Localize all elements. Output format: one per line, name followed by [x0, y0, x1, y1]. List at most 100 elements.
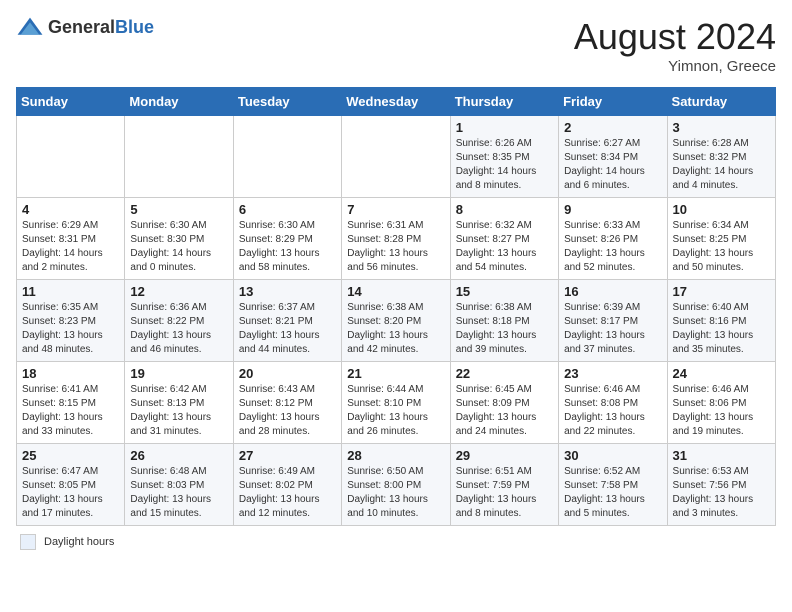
logo: GeneralBlue [16, 16, 154, 38]
day-header-thursday: Thursday [450, 88, 558, 116]
calendar-week-row: 11 Sunrise: 6:35 AMSunset: 8:23 PMDayligh… [17, 280, 776, 362]
day-header-tuesday: Tuesday [233, 88, 341, 116]
day-info-text: Sunrise: 6:52 AMSunset: 7:58 PMDaylight:… [564, 465, 661, 521]
calendar-day-27: 27 Sunrise: 6:49 AMSunset: 8:02 PMDayligh… [233, 444, 341, 526]
day-number: 26 [130, 448, 227, 463]
calendar-day-3: 3Sunrise: 6:28 AMSunset: 8:32 PMDaylight… [667, 116, 775, 198]
day-number: 6 [239, 202, 336, 217]
calendar-day-17: 17 Sunrise: 6:40 AMSunset: 8:16 PMDayligh… [667, 280, 775, 362]
day-header-wednesday: Wednesday [342, 88, 450, 116]
day-info-text: Sunrise: 6:51 AMSunset: 7:59 PMDaylight:… [456, 465, 553, 521]
day-info-text: Sunrise: 6:39 AMSunset: 8:17 PMDaylight:… [564, 301, 661, 357]
calendar-day-1: 1 Sunrise: 6:26 AMSunset: 8:35 PMDaylight… [450, 116, 558, 198]
day-number: 28 [347, 448, 444, 463]
calendar-week-row: 25Sunrise: 6:47 AMSunset: 8:05 PMDayligh… [17, 444, 776, 526]
calendar-day-13: 13Sunrise: 6:37 AMSunset: 8:21 PMDayligh… [233, 280, 341, 362]
logo-general: General [48, 17, 115, 37]
empty-day-cell [342, 116, 450, 198]
day-info-text: Sunrise: 6:46 AMSunset: 8:08 PMDaylight:… [564, 383, 661, 439]
day-number: 10 [673, 202, 770, 217]
day-info-text: Sunrise: 6:43 AMSunset: 8:12 PMDaylight:… [239, 383, 336, 439]
calendar-day-20: 20 Sunrise: 6:43 AMSunset: 8:12 PMDayligh… [233, 362, 341, 444]
day-info-text: Sunrise: 6:40 AMSunset: 8:16 PMDaylight:… [673, 301, 770, 357]
calendar-header-row: SundayMondayTuesdayWednesdayThursdayFrid… [17, 88, 776, 116]
day-header-sunday: Sunday [17, 88, 125, 116]
calendar-day-19: 19 Sunrise: 6:42 AMSunset: 8:13 PMDayligh… [125, 362, 233, 444]
day-info-text: Sunrise: 6:53 AMSunset: 7:56 PMDaylight:… [673, 465, 770, 521]
day-number: 16 [564, 284, 661, 299]
calendar-day-9: 9 Sunrise: 6:33 AMSunset: 8:26 PMDaylight… [559, 198, 667, 280]
calendar-day-4: 4Sunrise: 6:29 AMSunset: 8:31 PMDaylight… [17, 198, 125, 280]
day-number: 25 [22, 448, 119, 463]
calendar-day-30: 30 Sunrise: 6:52 AMSunset: 7:58 PMDayligh… [559, 444, 667, 526]
day-info-text: Sunrise: 6:46 AMSunset: 8:06 PMDaylight:… [673, 383, 770, 439]
page-header: GeneralBlue August 2024 Yimnon, Greece [16, 16, 776, 75]
day-info-text: Sunrise: 6:30 AMSunset: 8:30 PMDaylight:… [130, 219, 227, 275]
day-info-text: Sunrise: 6:44 AMSunset: 8:10 PMDaylight:… [347, 383, 444, 439]
day-number: 20 [239, 366, 336, 381]
calendar-day-7: 7Sunrise: 6:31 AMSunset: 8:28 PMDaylight… [342, 198, 450, 280]
day-info-text: Sunrise: 6:34 AMSunset: 8:25 PMDaylight:… [673, 219, 770, 275]
calendar-day-24: 24 Sunrise: 6:46 AMSunset: 8:06 PMDayligh… [667, 362, 775, 444]
day-info-text: Sunrise: 6:27 AMSunset: 8:34 PMDaylight:… [564, 137, 661, 193]
day-number: 23 [564, 366, 661, 381]
day-info-text: Sunrise: 6:42 AMSunset: 8:13 PMDaylight:… [130, 383, 227, 439]
calendar-day-8: 8Sunrise: 6:32 AMSunset: 8:27 PMDaylight… [450, 198, 558, 280]
empty-day-cell [233, 116, 341, 198]
empty-day-cell [17, 116, 125, 198]
day-number: 2 [564, 120, 661, 135]
day-header-friday: Friday [559, 88, 667, 116]
calendar-day-11: 11 Sunrise: 6:35 AMSunset: 8:23 PMDayligh… [17, 280, 125, 362]
title-block: August 2024 Yimnon, Greece [574, 16, 776, 75]
calendar-day-31: 31Sunrise: 6:53 AMSunset: 7:56 PMDayligh… [667, 444, 775, 526]
calendar-day-15: 15Sunrise: 6:38 AMSunset: 8:18 PMDayligh… [450, 280, 558, 362]
day-info-text: Sunrise: 6:30 AMSunset: 8:29 PMDaylight:… [239, 219, 336, 275]
day-number: 19 [130, 366, 227, 381]
daylight-legend-swatch [20, 534, 36, 550]
day-info-text: Sunrise: 6:35 AMSunset: 8:23 PMDaylight:… [22, 301, 119, 357]
calendar-day-25: 25Sunrise: 6:47 AMSunset: 8:05 PMDayligh… [17, 444, 125, 526]
day-info-text: Sunrise: 6:31 AMSunset: 8:28 PMDaylight:… [347, 219, 444, 275]
daylight-legend-label: Daylight hours [44, 536, 114, 548]
calendar-day-5: 5Sunrise: 6:30 AMSunset: 8:30 PMDaylight… [125, 198, 233, 280]
day-info-text: Sunrise: 6:38 AMSunset: 8:20 PMDaylight:… [347, 301, 444, 357]
calendar-day-6: 6 Sunrise: 6:30 AMSunset: 8:29 PMDaylight… [233, 198, 341, 280]
day-info-text: Sunrise: 6:32 AMSunset: 8:27 PMDaylight:… [456, 219, 553, 275]
calendar-week-row: 18 Sunrise: 6:41 AMSunset: 8:15 PMDayligh… [17, 362, 776, 444]
day-number: 12 [130, 284, 227, 299]
calendar-day-2: 2 Sunrise: 6:27 AMSunset: 8:34 PMDaylight… [559, 116, 667, 198]
calendar-day-16: 16 Sunrise: 6:39 AMSunset: 8:17 PMDayligh… [559, 280, 667, 362]
day-number: 4 [22, 202, 119, 217]
day-info-text: Sunrise: 6:33 AMSunset: 8:26 PMDaylight:… [564, 219, 661, 275]
month-year-title: August 2024 [574, 16, 776, 58]
day-info-text: Sunrise: 6:41 AMSunset: 8:15 PMDaylight:… [22, 383, 119, 439]
day-header-monday: Monday [125, 88, 233, 116]
calendar-day-23: 23 Sunrise: 6:46 AMSunset: 8:08 PMDayligh… [559, 362, 667, 444]
day-number: 17 [673, 284, 770, 299]
day-header-saturday: Saturday [667, 88, 775, 116]
day-number: 13 [239, 284, 336, 299]
day-number: 11 [22, 284, 119, 299]
day-info-text: Sunrise: 6:45 AMSunset: 8:09 PMDaylight:… [456, 383, 553, 439]
empty-day-cell [125, 116, 233, 198]
day-info-text: Sunrise: 6:49 AMSunset: 8:02 PMDaylight:… [239, 465, 336, 521]
logo-icon [16, 16, 44, 38]
day-number: 3 [673, 120, 770, 135]
calendar-day-22: 22 Sunrise: 6:45 AMSunset: 8:09 PMDayligh… [450, 362, 558, 444]
day-info-text: Sunrise: 6:48 AMSunset: 8:03 PMDaylight:… [130, 465, 227, 521]
day-number: 29 [456, 448, 553, 463]
day-number: 1 [456, 120, 553, 135]
calendar-day-29: 29 Sunrise: 6:51 AMSunset: 7:59 PMDayligh… [450, 444, 558, 526]
day-number: 27 [239, 448, 336, 463]
calendar-week-row: 1 Sunrise: 6:26 AMSunset: 8:35 PMDaylight… [17, 116, 776, 198]
location-subtitle: Yimnon, Greece [574, 58, 776, 75]
day-number: 18 [22, 366, 119, 381]
day-number: 14 [347, 284, 444, 299]
day-number: 30 [564, 448, 661, 463]
day-number: 24 [673, 366, 770, 381]
day-number: 9 [564, 202, 661, 217]
calendar-week-row: 4Sunrise: 6:29 AMSunset: 8:31 PMDaylight… [17, 198, 776, 280]
day-number: 22 [456, 366, 553, 381]
calendar-day-10: 10 Sunrise: 6:34 AMSunset: 8:25 PMDayligh… [667, 198, 775, 280]
day-info-text: Sunrise: 6:26 AMSunset: 8:35 PMDaylight:… [456, 137, 553, 193]
